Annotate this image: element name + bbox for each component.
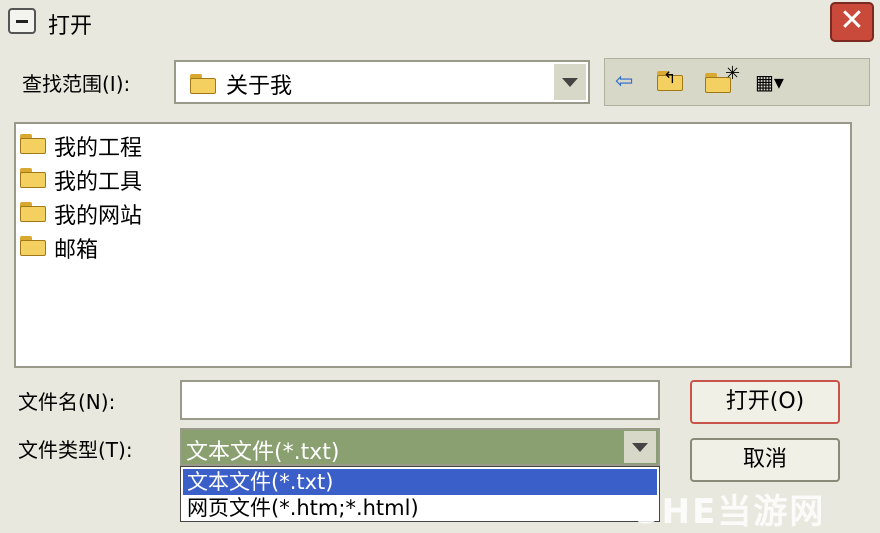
cancel-button[interactable]: 取消 bbox=[690, 438, 840, 482]
list-item-label: 我的网站 bbox=[54, 204, 143, 229]
filetype-dropdown-list[interactable]: 文本文件(*.txt) 网页文件(*.htm;*.html) bbox=[180, 466, 660, 522]
lookin-label: 查找范围(I): bbox=[22, 72, 131, 96]
filetype-value: 文本文件(*.txt) bbox=[186, 440, 340, 465]
file-list[interactable]: 我的工程 我的工具 我的网站 邮箱 bbox=[14, 122, 852, 368]
list-item-label: 邮箱 bbox=[54, 238, 99, 263]
filename-label: 文件名(N): bbox=[18, 390, 116, 414]
dialog-title: 打开 bbox=[48, 14, 93, 39]
filetype-label: 文件类型(T): bbox=[18, 438, 133, 462]
filetype-option[interactable]: 网页文件(*.htm;*.html) bbox=[183, 495, 657, 521]
watermark-logo: 3HE当游网 bbox=[636, 492, 826, 532]
folder-icon bbox=[20, 134, 46, 154]
system-menu-icon[interactable] bbox=[8, 8, 36, 34]
chevron-down-icon[interactable] bbox=[624, 431, 656, 463]
filetype-combo[interactable]: 文本文件(*.txt) bbox=[180, 428, 660, 466]
list-item-label: 我的工具 bbox=[54, 170, 143, 195]
filetype-option-selected[interactable]: 文本文件(*.txt) bbox=[183, 469, 657, 495]
toolbar: ⇦ ↰ ✳ ▦▾ bbox=[604, 58, 870, 106]
chevron-down-icon[interactable] bbox=[554, 64, 586, 100]
folder-icon bbox=[20, 202, 46, 222]
filename-input[interactable] bbox=[180, 380, 660, 420]
view-menu-icon[interactable]: ▦▾ bbox=[755, 65, 784, 99]
open-button[interactable]: 打开(O) bbox=[690, 380, 840, 424]
list-item-label: 我的工程 bbox=[54, 136, 143, 161]
lookin-value: 关于我 bbox=[226, 74, 293, 99]
close-icon: ✕ bbox=[839, 3, 865, 38]
title-bar: 打开 ✕ bbox=[0, 0, 880, 46]
folder-icon bbox=[190, 74, 216, 94]
folder-icon bbox=[20, 168, 46, 188]
close-button[interactable]: ✕ bbox=[830, 2, 874, 42]
lookin-combo[interactable]: 关于我 bbox=[174, 60, 590, 104]
folder-icon bbox=[20, 236, 46, 256]
back-icon[interactable]: ⇦ bbox=[615, 65, 633, 99]
